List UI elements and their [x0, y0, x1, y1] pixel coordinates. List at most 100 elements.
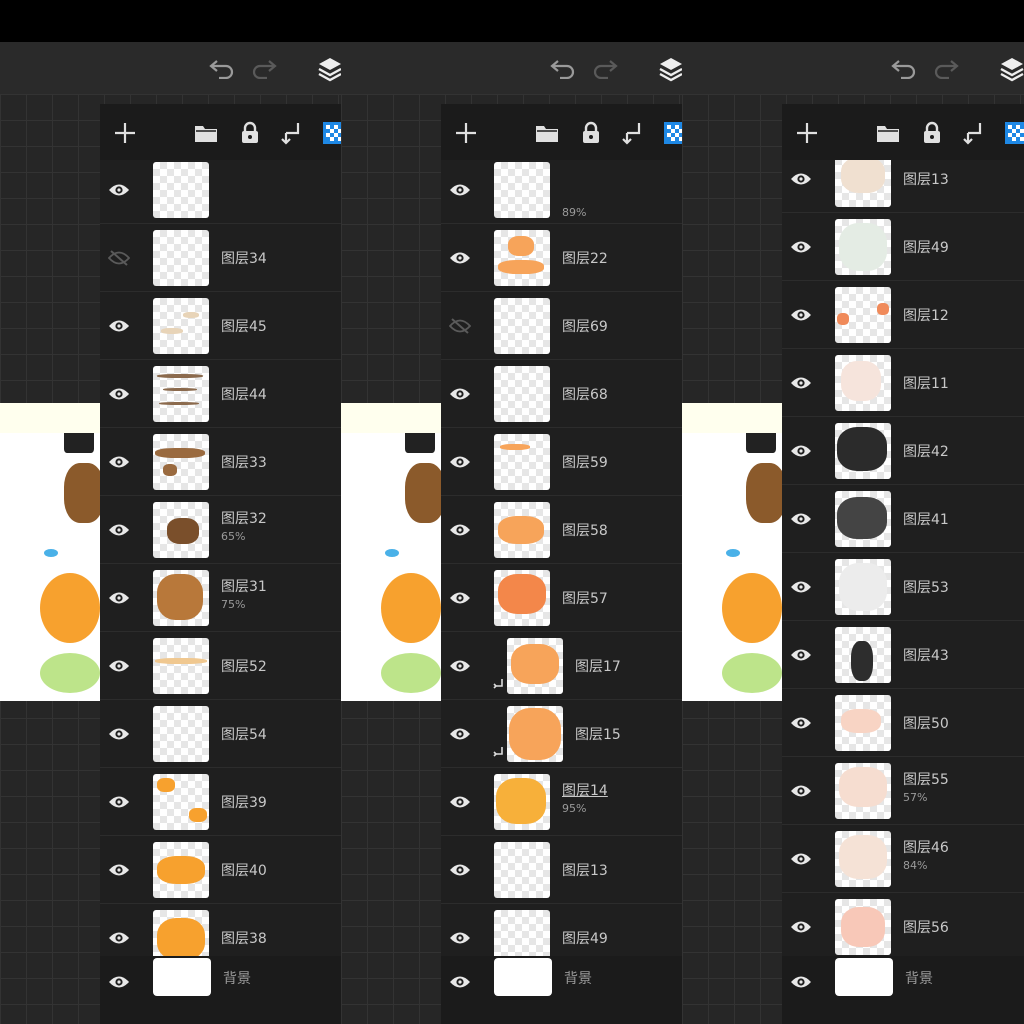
visibility-eye-icon[interactable]: [108, 723, 130, 745]
visibility-eye-icon[interactable]: [108, 587, 130, 609]
layer-row[interactable]: 图层38: [100, 904, 342, 956]
redo-icon[interactable]: [591, 55, 619, 83]
visibility-eye-icon[interactable]: [449, 451, 471, 473]
layer-row[interactable]: 图层42: [782, 417, 1024, 485]
layer-row[interactable]: 图层57: [441, 564, 683, 632]
layers-icon[interactable]: [998, 55, 1024, 83]
layer-row[interactable]: 图层44: [100, 360, 342, 428]
undo-icon[interactable]: [890, 55, 918, 83]
layer-row[interactable]: 图层13: [441, 836, 683, 904]
visibility-eye-icon[interactable]: [449, 587, 471, 609]
visibility-eye-icon[interactable]: [108, 383, 130, 405]
visibility-eye-icon[interactable]: [449, 971, 471, 993]
background-layer-row[interactable]: 背景: [441, 956, 683, 1024]
layer-list[interactable]: 89% 图层22 图层69 图层68 图层59 图层58 图层57 图层17 图层15 图层14 9…: [441, 160, 683, 956]
visibility-eye-icon[interactable]: [449, 723, 471, 745]
visibility-eye-icon[interactable]: [790, 440, 812, 462]
visibility-eye-icon[interactable]: [449, 247, 471, 269]
visibility-eye-icon[interactable]: [108, 971, 130, 993]
layer-row[interactable]: 图层11: [782, 349, 1024, 417]
visibility-eye-icon[interactable]: [108, 791, 130, 813]
visibility-eye-icon[interactable]: [108, 315, 130, 337]
layer-row[interactable]: 图层46 84%: [782, 825, 1024, 893]
layer-row[interactable]: 图层40: [100, 836, 342, 904]
layer-row[interactable]: 图层39: [100, 768, 342, 836]
layer-row[interactable]: 图层15: [441, 700, 683, 768]
merge-down-icon[interactable]: [961, 120, 987, 146]
transparency-checker-icon[interactable]: [321, 120, 342, 146]
merge-down-icon[interactable]: [279, 120, 305, 146]
visibility-eye-icon[interactable]: [790, 644, 812, 666]
lock-icon[interactable]: [237, 120, 263, 146]
layer-row[interactable]: 89%: [441, 160, 683, 224]
layer-row[interactable]: 图层33: [100, 428, 342, 496]
visibility-eye-icon[interactable]: [449, 519, 471, 541]
visibility-eye-icon[interactable]: [449, 655, 471, 677]
visibility-eye-icon[interactable]: [790, 971, 812, 993]
layers-icon[interactable]: [316, 55, 342, 83]
transparency-checker-icon[interactable]: [662, 120, 683, 146]
visibility-eye-icon[interactable]: [790, 576, 812, 598]
layer-row[interactable]: 图层41: [782, 485, 1024, 553]
layer-row[interactable]: 图层31 75%: [100, 564, 342, 632]
background-layer-row[interactable]: 背景: [782, 956, 1024, 1024]
group-folder-icon[interactable]: [875, 120, 901, 146]
layer-list[interactable]: 图层34 图层45 图层44 图层33 图层32 65% 图层31 75% 图层52 图层54 图层…: [100, 160, 342, 956]
group-folder-icon[interactable]: [193, 120, 219, 146]
visibility-eye-icon[interactable]: [790, 372, 812, 394]
layer-row[interactable]: 图层50: [782, 689, 1024, 757]
layer-row[interactable]: 图层45: [100, 292, 342, 360]
layers-icon[interactable]: [657, 55, 683, 83]
visibility-eye-icon[interactable]: [108, 519, 130, 541]
visibility-eye-icon[interactable]: [790, 712, 812, 734]
undo-icon[interactable]: [208, 55, 236, 83]
transparency-checker-icon[interactable]: [1003, 120, 1024, 146]
undo-icon[interactable]: [549, 55, 577, 83]
layer-row[interactable]: 图层53: [782, 553, 1024, 621]
visibility-eye-icon[interactable]: [108, 655, 130, 677]
layer-row[interactable]: 图层58: [441, 496, 683, 564]
layer-row[interactable]: [100, 160, 342, 224]
visibility-eye-icon[interactable]: [108, 927, 130, 949]
visibility-eye-icon[interactable]: [449, 859, 471, 881]
layer-row[interactable]: 图层17: [441, 632, 683, 700]
layer-row[interactable]: 图层56: [782, 893, 1024, 956]
visibility-eye-icon[interactable]: [790, 236, 812, 258]
visibility-eye-icon[interactable]: [449, 383, 471, 405]
layer-row[interactable]: 图层59: [441, 428, 683, 496]
visibility-eye-icon[interactable]: [108, 179, 130, 201]
redo-icon[interactable]: [932, 55, 960, 83]
layer-row[interactable]: 图层69: [441, 292, 683, 360]
layer-row[interactable]: 图层14 95%: [441, 768, 683, 836]
visibility-eye-icon[interactable]: [108, 451, 130, 473]
visibility-eye-icon[interactable]: [790, 304, 812, 326]
visibility-eye-icon[interactable]: [449, 927, 471, 949]
layer-row[interactable]: 图层54: [100, 700, 342, 768]
hidden-eye-icon[interactable]: [108, 247, 130, 269]
lock-icon[interactable]: [919, 120, 945, 146]
add-layer-icon[interactable]: [112, 120, 138, 146]
layer-row[interactable]: 图层49: [441, 904, 683, 956]
visibility-eye-icon[interactable]: [790, 848, 812, 870]
layer-list[interactable]: 图层13 图层49 图层12 图层11 图层42 图层41 图层53 图层43 图层50 图层55…: [782, 160, 1024, 956]
visibility-eye-icon[interactable]: [790, 508, 812, 530]
hidden-eye-icon[interactable]: [449, 315, 471, 337]
layer-row[interactable]: 图层32 65%: [100, 496, 342, 564]
group-folder-icon[interactable]: [534, 120, 560, 146]
visibility-eye-icon[interactable]: [449, 791, 471, 813]
add-layer-icon[interactable]: [453, 120, 479, 146]
layer-row[interactable]: 图层68: [441, 360, 683, 428]
redo-icon[interactable]: [250, 55, 278, 83]
visibility-eye-icon[interactable]: [790, 916, 812, 938]
lock-icon[interactable]: [578, 120, 604, 146]
merge-down-icon[interactable]: [620, 120, 646, 146]
layer-row[interactable]: 图层52: [100, 632, 342, 700]
layer-row[interactable]: 图层34: [100, 224, 342, 292]
layer-row[interactable]: 图层55 57%: [782, 757, 1024, 825]
add-layer-icon[interactable]: [794, 120, 820, 146]
visibility-eye-icon[interactable]: [790, 780, 812, 802]
visibility-eye-icon[interactable]: [449, 179, 471, 201]
layer-row[interactable]: 图层22: [441, 224, 683, 292]
visibility-eye-icon[interactable]: [108, 859, 130, 881]
layer-row[interactable]: 图层12: [782, 281, 1024, 349]
